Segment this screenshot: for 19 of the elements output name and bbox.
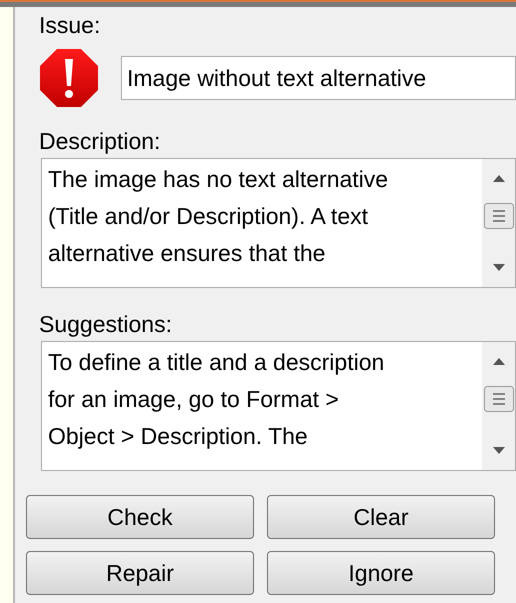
action-button[interactable]: Ignore bbox=[267, 551, 495, 595]
description-label: Description: bbox=[39, 127, 162, 155]
scroll-up-icon[interactable] bbox=[492, 358, 504, 365]
issue-label: Issue: bbox=[39, 11, 102, 39]
issue-field[interactable]: Image without text alternative bbox=[121, 56, 516, 100]
suggestions-text: To define a title and a description for an image, go to Format > Object > Description. The bbox=[47, 348, 386, 451]
action-button[interactable]: Repair bbox=[26, 551, 254, 595]
scroll-thumb-icon[interactable] bbox=[484, 386, 514, 412]
scrollbar[interactable] bbox=[482, 342, 515, 470]
description-text: The image has no text alternative (Title and/or Description). A text alternative ensures that the bbox=[47, 165, 390, 268]
error-stop-icon bbox=[40, 49, 98, 107]
scroll-up-icon[interactable] bbox=[492, 175, 504, 182]
scroll-thumb-icon[interactable] bbox=[484, 203, 514, 229]
scroll-down-icon[interactable] bbox=[492, 447, 504, 454]
suggestions-label: Suggestions: bbox=[39, 310, 173, 338]
action-button[interactable]: Clear bbox=[267, 495, 495, 539]
action-button[interactable]: Check bbox=[26, 495, 254, 539]
scroll-down-icon[interactable] bbox=[492, 264, 504, 271]
scrollbar[interactable] bbox=[482, 159, 515, 287]
